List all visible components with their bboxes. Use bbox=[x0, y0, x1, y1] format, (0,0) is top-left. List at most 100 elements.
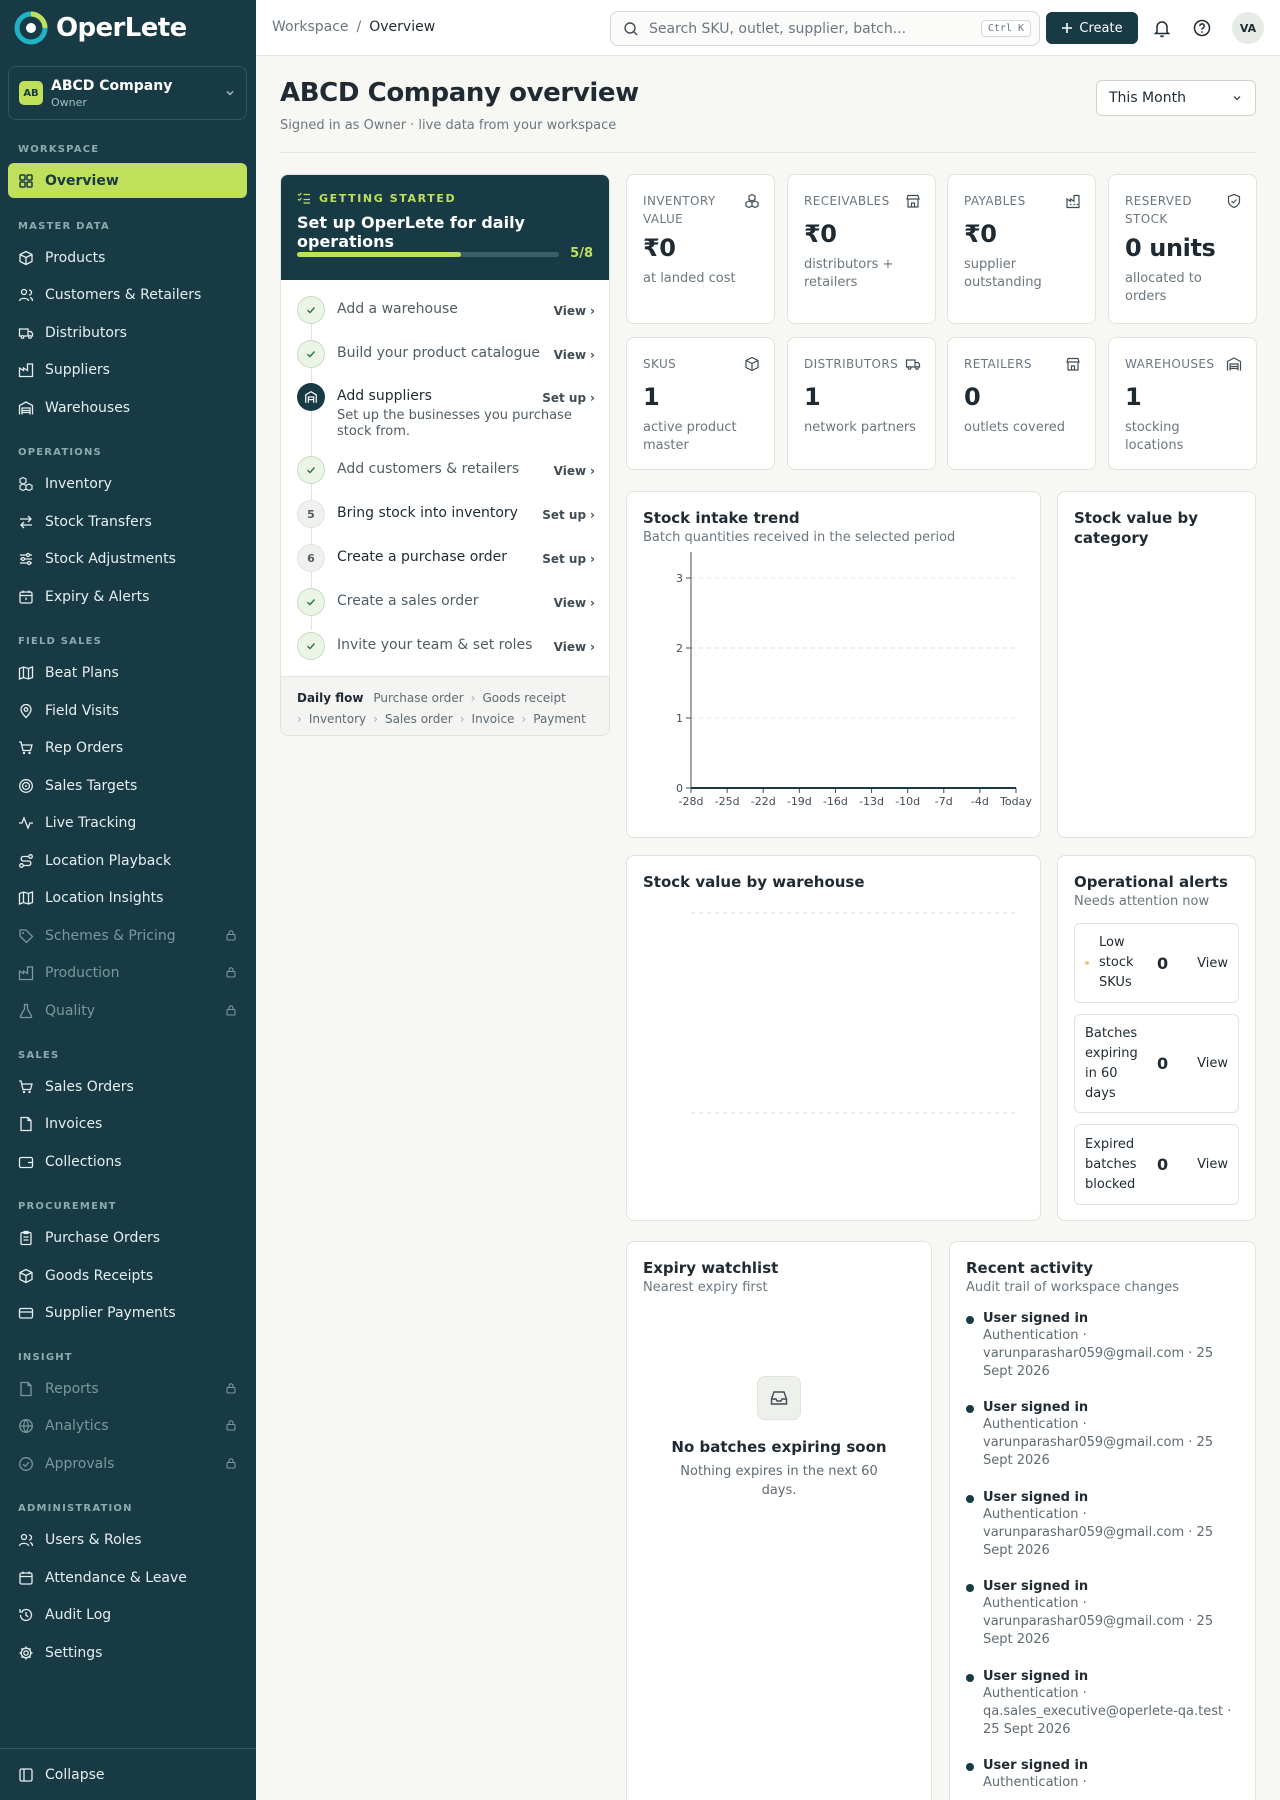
sidebar-item-analytics[interactable]: Analytics bbox=[8, 1408, 247, 1443]
period-select[interactable]: This Month bbox=[1096, 80, 1256, 116]
timeline-dot-icon bbox=[966, 1405, 974, 1413]
setup-step[interactable]: Invite your team & set roles View › bbox=[297, 632, 595, 660]
setup-step-action[interactable]: View › bbox=[554, 464, 595, 478]
sidebar-item-label: Location Insights bbox=[45, 889, 164, 906]
breadcrumb-root[interactable]: Workspace bbox=[272, 19, 349, 35]
clipboard-icon bbox=[18, 1230, 34, 1246]
sidebar-item-stock-adjustments[interactable]: Stock Adjustments bbox=[8, 541, 247, 576]
setup-step-action[interactable]: View › bbox=[554, 348, 595, 362]
sidebar-item-location-playback[interactable]: Location Playback bbox=[8, 843, 247, 878]
sidebar-item-sales-orders[interactable]: Sales Orders bbox=[8, 1069, 247, 1104]
boxes-icon bbox=[744, 193, 760, 209]
sidebar-item-reports[interactable]: Reports bbox=[8, 1371, 247, 1406]
kpi-card-skus[interactable]: SKUS 1 active product master bbox=[626, 337, 775, 470]
sidebar-item-beat-plans[interactable]: Beat Plans bbox=[8, 655, 247, 690]
kpi-card-inventory-value[interactable]: INVENTORY VALUE ₹0 at landed cost bbox=[626, 174, 775, 324]
period-select-value: This Month bbox=[1109, 90, 1186, 106]
sidebar-item-expiry-alerts[interactable]: Expiry & Alerts bbox=[8, 579, 247, 614]
sidebar-item-audit-log[interactable]: Audit Log bbox=[8, 1597, 247, 1632]
setup-step[interactable]: Build your product catalogue View › bbox=[297, 340, 595, 368]
sidebar-item-distributors[interactable]: Distributors bbox=[8, 315, 247, 350]
flow-step: Goods receipt bbox=[482, 691, 566, 705]
sidebar-item-suppliers[interactable]: Suppliers bbox=[8, 352, 247, 387]
alert-expired-batches[interactable]: Expired batches blocked 0 View bbox=[1074, 1124, 1239, 1205]
setup-step[interactable]: 5 Bring stock into inventory Set up › bbox=[297, 500, 595, 528]
calendar-icon bbox=[18, 1570, 34, 1586]
kpi-sub: supplier outstanding bbox=[964, 257, 1042, 290]
setup-step-action[interactable]: View › bbox=[554, 304, 595, 318]
sidebar-item-attendance-leave[interactable]: Attendance & Leave bbox=[8, 1560, 247, 1595]
bell-icon[interactable] bbox=[1152, 18, 1172, 38]
sidebar-item-live-tracking[interactable]: Live Tracking bbox=[8, 805, 247, 840]
sidebar-item-sales-targets[interactable]: Sales Targets bbox=[8, 768, 247, 803]
kpi-value: 0 bbox=[964, 383, 981, 411]
chevron-down-icon bbox=[224, 87, 236, 99]
sidebar-item-location-insights[interactable]: Location Insights bbox=[8, 880, 247, 915]
setup-step-action[interactable]: Set up › bbox=[542, 391, 595, 405]
flask-icon bbox=[18, 1003, 34, 1019]
sidebar-item-products[interactable]: Products bbox=[8, 240, 247, 275]
sidebar-item-label: Distributors bbox=[45, 324, 127, 341]
company-switcher[interactable]: AB ABCD Company Owner bbox=[8, 66, 247, 120]
avatar[interactable]: VA bbox=[1232, 12, 1264, 44]
map-icon bbox=[18, 665, 34, 681]
sidebar-item-customers[interactable]: Customers & Retailers bbox=[8, 277, 247, 312]
sidebar-item-approvals[interactable]: Approvals bbox=[8, 1446, 247, 1481]
sidebar-item-quality[interactable]: Quality bbox=[8, 993, 247, 1028]
kpi-card-distributors[interactable]: DISTRIBUTORS 1 network partners bbox=[787, 337, 936, 470]
kpi-card-payables[interactable]: PAYABLES ₹0 supplier outstanding bbox=[947, 174, 1096, 324]
kpi-card-warehouses[interactable]: WAREHOUSES 1 stocking locations bbox=[1108, 337, 1257, 470]
search-input[interactable]: Search SKU, outlet, supplier, batch... C… bbox=[610, 11, 1040, 46]
brand-logo[interactable]: OperLete bbox=[14, 11, 187, 45]
sidebar-item-label: Customers & Retailers bbox=[45, 286, 202, 303]
sidebar-item-invoices[interactable]: Invoices bbox=[8, 1106, 247, 1141]
setup-step-action[interactable]: View › bbox=[554, 596, 595, 610]
sidebar-item-warehouses[interactable]: Warehouses bbox=[8, 390, 247, 425]
sidebar-item-schemes-pricing[interactable]: Schemes & Pricing bbox=[8, 918, 247, 953]
sidebar-item-overview[interactable]: Overview bbox=[8, 163, 247, 198]
activity-title: User signed in bbox=[983, 1758, 1089, 1773]
setup-step[interactable]: 6 Create a purchase order Set up › bbox=[297, 544, 595, 572]
sidebar-item-label: Warehouses bbox=[45, 399, 131, 416]
sidebar-item-goods-receipts[interactable]: Goods Receipts bbox=[8, 1258, 247, 1293]
sidebar-item-stock-transfers[interactable]: Stock Transfers bbox=[8, 504, 247, 539]
sidebar-item-settings[interactable]: Settings bbox=[8, 1635, 247, 1670]
company-name: ABCD Company bbox=[51, 77, 173, 94]
create-button[interactable]: Create bbox=[1046, 12, 1138, 44]
setup-step[interactable]: Add customers & retailers View › bbox=[297, 456, 595, 484]
setup-step[interactable]: Add a warehouse View › bbox=[297, 296, 595, 324]
sidebar-item-label: Collections bbox=[45, 1153, 122, 1170]
setup-step[interactable]: Add suppliers Set up the businesses you … bbox=[297, 383, 595, 439]
sidebar-item-label: Expiry & Alerts bbox=[45, 588, 150, 605]
kpi-card-reserved-stock[interactable]: RESERVED STOCK 0 units allocated to orde… bbox=[1108, 174, 1257, 324]
alert-expiring-batches[interactable]: Batches expiring in 60 days 0 View bbox=[1074, 1014, 1239, 1113]
x-tick-label: -4d bbox=[971, 795, 989, 808]
activity-title: User signed in bbox=[983, 1669, 1089, 1684]
sidebar-item-production[interactable]: Production bbox=[8, 955, 247, 990]
kpi-card-retailers[interactable]: RETAILERS 0 outlets covered bbox=[947, 337, 1096, 470]
alert-view-link[interactable]: View bbox=[1197, 1056, 1228, 1071]
flow-step: Sales order bbox=[384, 712, 453, 726]
sidebar-item-field-visits[interactable]: Field Visits bbox=[8, 693, 247, 728]
help-icon[interactable] bbox=[1192, 18, 1212, 38]
sidebar-item-supplier-payments[interactable]: Supplier Payments bbox=[8, 1295, 247, 1330]
timeline-dot-icon bbox=[966, 1495, 974, 1503]
sidebar-collapse-button[interactable]: Collapse bbox=[8, 1757, 247, 1792]
kpi-card-receivables[interactable]: RECEIVABLES ₹0 distributors + retailers bbox=[787, 174, 936, 324]
alert-view-link[interactable]: View bbox=[1197, 1157, 1228, 1172]
setup-step-action[interactable]: Set up › bbox=[542, 508, 595, 522]
setup-step[interactable]: Create a sales order View › bbox=[297, 588, 595, 616]
sidebar-item-inventory[interactable]: Inventory bbox=[8, 466, 247, 501]
alert-view-link[interactable]: View bbox=[1197, 956, 1228, 971]
sidebar-item-rep-orders[interactable]: Rep Orders bbox=[8, 730, 247, 765]
sidebar-item-collections[interactable]: Collections bbox=[8, 1144, 247, 1179]
setup-step-action[interactable]: View › bbox=[554, 640, 595, 654]
chevron-right-icon: › bbox=[590, 596, 595, 610]
setup-step-action[interactable]: Set up › bbox=[542, 552, 595, 566]
sidebar-item-purchase-orders[interactable]: Purchase Orders bbox=[8, 1220, 247, 1255]
sidebar-item-users-roles[interactable]: Users & Roles bbox=[8, 1522, 247, 1557]
stock-intake-chart-card: Stock intake trend Batch quantities rece… bbox=[626, 491, 1041, 838]
breadcrumb-current: Overview bbox=[369, 19, 436, 35]
alert-low-stock[interactable]: Low stock SKUs 0 View bbox=[1074, 923, 1239, 1003]
sidebar-item-label: Overview bbox=[45, 172, 119, 189]
